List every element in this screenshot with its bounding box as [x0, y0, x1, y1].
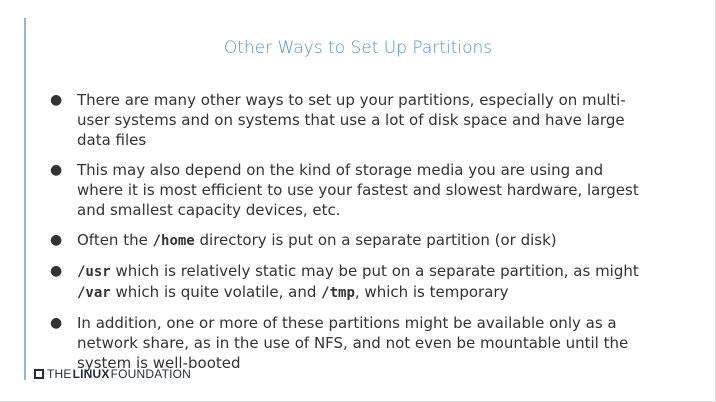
slide-title: Other Ways to Set Up Partitions: [223, 38, 493, 58]
bullet-list: ● There are many other ways to set up yo…: [46, 90, 646, 383]
bullet-text-mid1: which is relatively static may be put on…: [110, 262, 639, 280]
bullet-item: ● There are many other ways to set up yo…: [46, 90, 646, 150]
code-usr: /usr: [77, 264, 111, 280]
code-home: /home: [152, 233, 195, 249]
logo-text-foundation: FOUNDATION: [110, 367, 192, 381]
bullet-dot-icon: ●: [50, 263, 63, 279]
bullet-item: ● This may also depend on the kind of st…: [46, 160, 646, 220]
accent-rule: [24, 18, 26, 380]
bullet-text: In addition, one or more of these partit…: [77, 314, 629, 372]
linux-foundation-logo: THE LINUX FOUNDATION: [34, 367, 191, 381]
bullet-text: There are many other ways to set up your…: [77, 91, 626, 149]
bullet-item: ● Often the /home directory is put on a …: [46, 230, 646, 251]
bullet-text-post: directory is put on a separate partition…: [194, 231, 557, 249]
bullet-dot-icon: ●: [50, 315, 63, 331]
bullet-text-pre: Often the: [77, 231, 153, 249]
bullet-dot-icon: ●: [50, 162, 63, 178]
bullet-dot-icon: ●: [50, 232, 63, 248]
bullet-text-mid2: which is quite volatile, and: [110, 283, 322, 301]
bullet-text: This may also depend on the kind of stor…: [77, 161, 639, 219]
logo-text-linux: LINUX: [72, 367, 110, 381]
bullet-item: ● In addition, one or more of these part…: [46, 313, 646, 373]
code-var: /var: [77, 285, 111, 301]
logo-text-the: THE: [47, 367, 72, 381]
code-tmp: /tmp: [321, 285, 355, 301]
bullet-item: ● /usr which is relatively static may be…: [46, 261, 646, 303]
logo-square-icon: [34, 369, 44, 379]
bullet-dot-icon: ●: [50, 92, 63, 108]
slide: Other Ways to Set Up Partitions ● There …: [0, 0, 716, 402]
bullet-text-post: , which is temporary: [354, 283, 509, 301]
